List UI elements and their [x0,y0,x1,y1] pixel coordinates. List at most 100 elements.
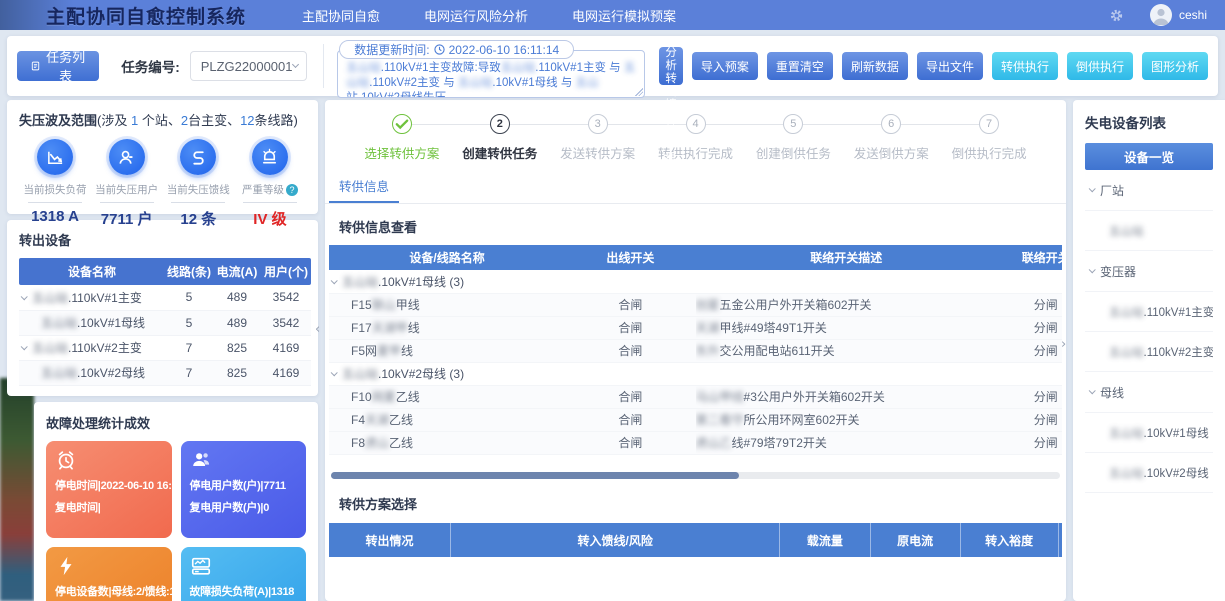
tree-node-2[interactable]: 变压器 [1085,251,1213,292]
table-row[interactable]: F4天湖乙线合闸第二看守所公用环网室602开关分闸1653(2)33未执行F8看… [329,408,1062,431]
table-row[interactable]: F17天湖甲线合闸天湖甲线#49塔49T1开关分闸954(3)171未执行F7天… [329,316,1062,339]
table-row[interactable]: 五山站.10kV#1母线54893542 [19,310,311,335]
current-cell: 489 [213,285,261,310]
table-row[interactable]: F10网夏乙线合闸马山甲线#3公用户外开关箱602开关分闸3702(1)24未执… [329,385,1062,408]
lines-cell: 5 [165,285,213,310]
toolbar-button-cyan-2[interactable]: 倒供执行 [1067,52,1133,80]
impact-stat-2: 当前失压用户 7711 户 [93,139,161,229]
divider [323,44,324,88]
feeder-name-cell: F5网夏甲线 [329,339,565,362]
step-1-done[interactable]: 选择转供方案 [353,114,451,162]
column-header: 用户(个) [261,258,311,285]
step-label: 选择转供方案 [364,143,439,162]
step-3-pending[interactable]: 3发送转供方案 [549,114,647,162]
chevron-down-icon[interactable] [21,293,28,300]
column-header: 电流(A) [213,258,261,285]
chevron-down-icon[interactable] [1089,266,1096,273]
link-switch-cell: 分闸 [997,293,1062,316]
toolbar-button-blue-1[interactable]: 分析转出馈线 转供电方案 [659,47,683,85]
step-5-pending[interactable]: 5创建倒供任务 [744,114,842,162]
horizontal-scrollbar[interactable] [331,472,1060,479]
group-label-cell: 五山站.10kV#2母线 (3) [329,362,1062,385]
stat-value: 7711 户 [101,208,153,229]
expand-right-panel-handle[interactable]: › [1061,337,1066,352]
table-row[interactable]: 五山站.10kV#2母线78254169 [19,360,311,385]
stat-label: 当前失压用户 [95,182,158,197]
column-header[interactable]: 当前负载比 [1058,523,1062,557]
group-row[interactable]: 五山站.10kV#2母线 (3) [329,362,1062,385]
task-list-button[interactable]: 任务列表 [17,51,99,81]
table-row[interactable]: F15联山甲线合闸创星五金公用户外开关箱602开关分闸01(1)176未执行F1… [329,293,1062,316]
chevron-down-icon[interactable] [1089,387,1096,394]
group-label-cell: 五山站.10kV#1母线 (3) [329,270,1062,293]
toolbar-button-blue-3[interactable]: 重置清空 [767,52,833,80]
tree-leaf[interactable]: 五山站.110kV#2主变 [1085,332,1213,372]
card-line-2: 复电用户数(户)|0 [190,499,298,515]
table-row[interactable]: F5网夏甲线合闸东升交公用配电站611开关分闸18233(2)37未执行F16马 [329,339,1062,362]
transfer-out-panel: 转出设备 设备名称线路(条)电流(A)用户(个) 五山站.110kV#1主变54… [7,220,318,396]
tree-leaf[interactable]: 五山站.10kV#2母线 [1085,453,1213,493]
toolbar: 任务列表 任务编号: PLZG22000001 数据更新时间: 2022-06-… [7,36,1218,96]
divider [243,202,297,203]
step-number: 7 [979,114,999,134]
card-line-1: 故障损失负荷(A)|1318 [190,583,298,599]
scrollbar-thumb[interactable] [331,472,739,479]
task-no-select[interactable]: PLZG22000001 [190,51,307,81]
column-header: 设备名称 [19,258,165,285]
link-switch-cell: 分闸 [997,316,1062,339]
impact-panel: 失压波及范围(涉及 1 个站、2台主变、12条线路) 当前损失负荷1318 A当… [7,100,318,214]
impact-stat-1: 当前损失负荷1318 A [21,139,89,229]
left-column: 失压波及范围(涉及 1 个站、2台主变、12条线路) 当前损失负荷1318 A当… [7,100,318,601]
device-name-cell: 五山站.110kV#2主变 [19,335,165,360]
step-number: 4 [686,114,706,134]
nav-menu-3[interactable]: 电网运行模拟预案 [572,6,676,25]
card-line-1: 停电时间|2022-06-10 16:11 [55,477,163,493]
group-row[interactable]: 五山站.10kV#1母线 (3) [329,270,1062,293]
tree-leaf[interactable]: 五山站.110kV#1主变 [1085,292,1213,332]
toolbar-button-blue-5[interactable]: 导出文件 [917,52,983,80]
tree-node-1[interactable]: 厂站 [1085,170,1213,211]
table-row[interactable]: F8虎山乙线合闸虎山乙线#79塔79T2开关分闸28933(1)97未执行F5和… [329,431,1062,454]
step-6-pending[interactable]: 6发送倒供方案 [842,114,940,162]
table-row[interactable]: 五山站.110kV#1主变54893542 [19,285,311,310]
toolbar-button-cyan-3[interactable]: 图形分析 [1142,52,1208,80]
nav-menu-2[interactable]: 电网运行风险分析 [424,6,528,25]
toolbar-button-blue-4[interactable]: 刷新数据 [842,52,908,80]
feeder-route-icon [180,139,216,175]
tab-transfer-info[interactable]: 转供信息 [329,172,399,203]
card-line-2: 复电时间| [55,499,163,515]
tree-node-3[interactable]: 母线 [1085,372,1213,413]
chevron-down-icon[interactable] [331,277,338,284]
tree-leaf[interactable]: 五山站.10kV#1母线 [1085,413,1213,453]
step-4-pending[interactable]: 4转供执行完成 [647,114,745,162]
chevron-down-icon[interactable] [1089,185,1096,192]
link-switch-cell: 分闸 [997,431,1062,454]
process-stepper: 选择转供方案 2创建转供任务3发送转供方案4转供执行完成5创建倒供任务6发送倒供方… [325,100,1066,162]
device-overview-header[interactable]: 设备一览 [1085,143,1213,170]
load-wave-icon [190,555,298,577]
step-2-active[interactable]: 2创建转供任务 [451,114,549,162]
column-header: 设备/线路名称 [329,245,565,270]
step-7-pending[interactable]: 7倒供执行完成 [940,114,1038,162]
tree-leaf[interactable]: 五山站 [1085,211,1213,251]
help-icon[interactable]: ? [286,184,298,196]
table-row[interactable]: 五山站.110kV#2主变78254169 [19,335,311,360]
chevron-down-icon[interactable] [21,343,28,350]
link-switch-desc-cell: 马山甲线#3公用户外开关箱602开关 [696,385,997,408]
chevron-down-icon[interactable] [331,369,338,376]
toolbar-button-blue-2[interactable]: 导入预案 [692,52,758,80]
user-icon [109,139,145,175]
resize-grip-icon[interactable] [635,88,643,96]
user-chip[interactable]: ceshi [1150,4,1207,26]
gear-icon[interactable] [1109,8,1124,23]
device-tree: 厂站五山站变压器五山站.110kV#1主变五山站.110kV#2主变母线五山站.… [1085,170,1213,493]
step-number: 3 [588,114,608,134]
toolbar-button-cyan-1[interactable]: 转供执行 [992,52,1058,80]
out-switch-cell: 合闸 [565,293,695,316]
step-label: 发送倒供方案 [854,143,929,162]
transfer-info-view-title: 转供信息查看 [339,217,1066,236]
users-cell: 3542 [261,310,311,335]
fault-stats-panel: 故障处理统计成效 停电时间|2022-06-10 16:11复电时间|停电用户数… [34,402,318,601]
collapse-left-panel-handle[interactable]: ‹ [315,322,320,337]
nav-menu-1[interactable]: 主配协同自愈 [302,6,380,25]
